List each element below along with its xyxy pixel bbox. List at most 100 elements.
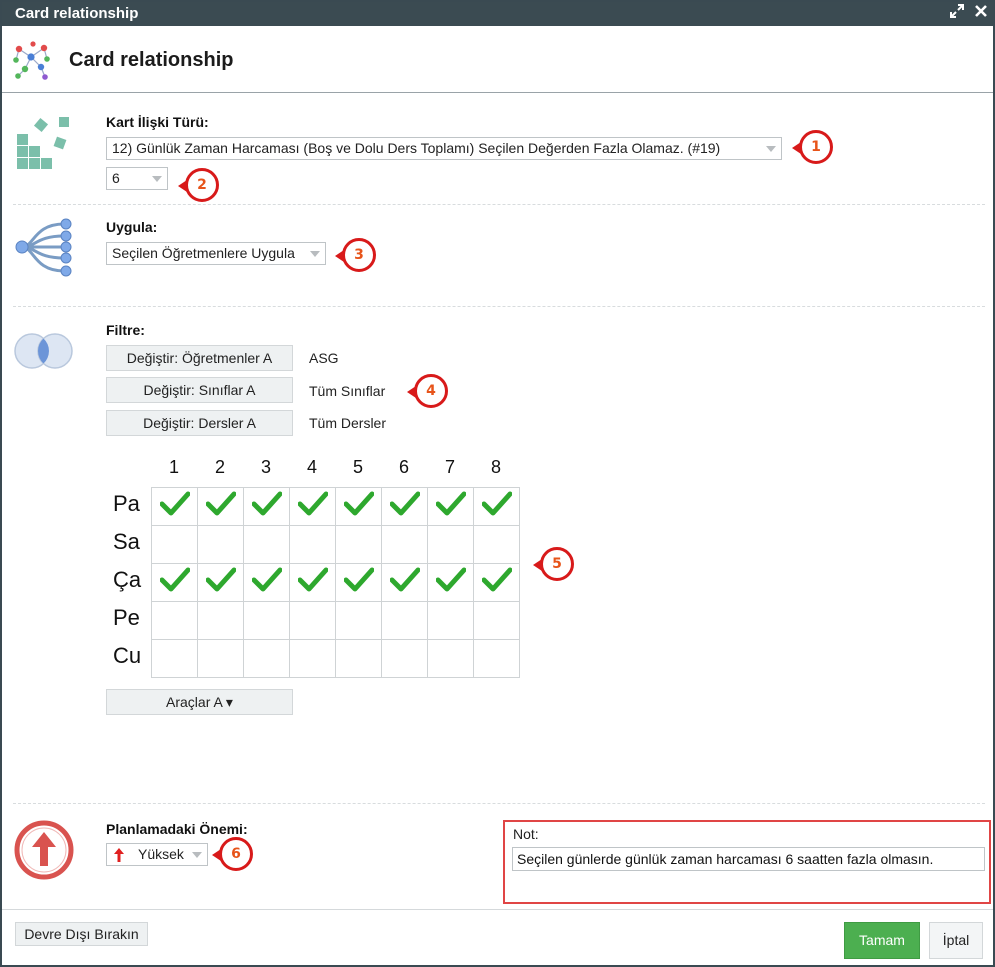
grid-cell[interactable] <box>381 563 428 602</box>
window-title: Card relationship <box>15 5 139 22</box>
expand-icon[interactable] <box>950 4 964 22</box>
note-label: Not: <box>513 826 539 842</box>
change-teachers-button[interactable]: Değiştir: Öğretmenler A <box>106 345 293 371</box>
grid-cell[interactable] <box>289 639 336 678</box>
relation-type-value: 12) Günlük Zaman Harcaması (Boş ve Dolu … <box>112 140 721 156</box>
grid-cell[interactable] <box>151 601 198 640</box>
grid-cell[interactable] <box>243 563 290 602</box>
relation-type-select[interactable]: 12) Günlük Zaman Harcaması (Boş ve Dolu … <box>106 137 782 160</box>
arrow-up-icon <box>114 848 124 862</box>
grid-column-header: 5 <box>352 457 363 477</box>
grid-cell[interactable] <box>197 639 244 678</box>
disable-button[interactable]: Devre Dışı Bırakın <box>15 922 148 946</box>
checkmark-icon <box>435 491 466 516</box>
grid-cell[interactable] <box>243 639 290 678</box>
grid-cell[interactable] <box>289 525 336 564</box>
chevron-down-icon <box>192 852 202 858</box>
dialog-header: Card relationship <box>2 26 993 93</box>
relation-number-select[interactable]: 6 <box>106 167 168 190</box>
grid-row-header: Sa <box>113 529 140 554</box>
checkmark-icon <box>389 491 420 516</box>
relation-number-value: 6 <box>112 170 120 186</box>
title-bar[interactable]: Card relationship <box>2 2 993 26</box>
grid-cell[interactable] <box>151 639 198 678</box>
ok-button[interactable]: Tamam <box>844 922 920 959</box>
note-input[interactable]: Seçilen günlerde günlük zaman harcaması … <box>512 847 985 871</box>
grid-cell[interactable] <box>243 487 290 526</box>
grid-cell[interactable] <box>381 639 428 678</box>
grid-row-header: Pa <box>113 491 140 516</box>
grid-row-header: Cu <box>113 643 142 668</box>
grid-cell[interactable] <box>427 487 474 526</box>
grid-cell[interactable] <box>427 601 474 640</box>
grid-cell[interactable] <box>427 639 474 678</box>
grid-cell[interactable] <box>381 487 428 526</box>
grid-cell[interactable] <box>427 563 474 602</box>
blocks-icon <box>17 117 69 169</box>
filter-label: Filtre: <box>106 322 145 338</box>
grid-cell[interactable] <box>473 563 520 602</box>
grid-cell[interactable] <box>473 487 520 526</box>
grid-cell[interactable] <box>197 487 244 526</box>
checkmark-icon <box>343 491 374 516</box>
grid-cell[interactable] <box>473 525 520 564</box>
grid-column-header: 4 <box>306 457 317 477</box>
checkmark-icon <box>481 491 512 516</box>
grid-row <box>151 601 520 640</box>
classes-filter-value: Tüm Sınıflar <box>309 383 386 399</box>
grid-cell[interactable] <box>381 525 428 564</box>
grid-column-header: 3 <box>260 457 271 477</box>
grid-column-header: 6 <box>398 457 409 477</box>
checkmark-icon <box>435 567 466 592</box>
grid-cell[interactable] <box>243 601 290 640</box>
grid-cell[interactable] <box>243 525 290 564</box>
grid-cell[interactable] <box>335 563 382 602</box>
callout-1: 1 <box>792 130 833 164</box>
checkmark-icon <box>389 567 420 592</box>
grid-cell[interactable] <box>197 563 244 602</box>
grid-cell[interactable] <box>151 563 198 602</box>
grid-cell[interactable] <box>473 639 520 678</box>
checkmark-icon <box>159 491 190 516</box>
checkmark-icon <box>205 491 236 516</box>
subjects-filter-value: Tüm Dersler <box>309 415 387 431</box>
importance-label: Planlamadaki Önemi: <box>106 821 248 837</box>
grid-cell[interactable] <box>197 525 244 564</box>
teachers-filter-value: ASG <box>309 350 339 366</box>
chevron-down-icon <box>310 251 320 257</box>
importance-value: Yüksek <box>138 846 184 862</box>
callout-4: 4 <box>407 374 448 408</box>
grid-column-header: 7 <box>444 457 455 477</box>
change-subjects-button[interactable]: Değiştir: Dersler A <box>106 410 293 436</box>
footer-divider <box>2 909 993 910</box>
grid-cell[interactable] <box>289 487 336 526</box>
tools-menu-button[interactable]: Araçlar A ▾ <box>106 689 293 715</box>
grid-cell[interactable] <box>151 525 198 564</box>
callout-2: 2 <box>178 168 219 202</box>
checkmark-icon <box>251 491 282 516</box>
checkmark-icon <box>251 567 282 592</box>
grid-cell[interactable] <box>197 601 244 640</box>
cancel-button[interactable]: İptal <box>929 922 983 959</box>
grid-row <box>151 639 520 678</box>
grid-cell[interactable] <box>335 639 382 678</box>
grid-cell[interactable] <box>151 487 198 526</box>
grid-cell[interactable] <box>335 601 382 640</box>
grid-cell[interactable] <box>289 563 336 602</box>
change-classes-button[interactable]: Değiştir: Sınıflar A <box>106 377 293 403</box>
grid-column-header: 2 <box>214 457 225 477</box>
importance-select[interactable]: Yüksek <box>106 843 208 866</box>
apply-select[interactable]: Seçilen Öğretmenlere Uygula <box>106 242 326 265</box>
grid-cell[interactable] <box>473 601 520 640</box>
apply-value: Seçilen Öğretmenlere Uygula <box>112 245 295 261</box>
close-icon[interactable] <box>974 4 988 22</box>
grid-row <box>151 525 520 564</box>
checkmark-icon <box>297 491 328 516</box>
checkmark-icon <box>297 567 328 592</box>
grid-cell[interactable] <box>427 525 474 564</box>
grid-cell[interactable] <box>335 525 382 564</box>
grid-cell[interactable] <box>289 601 336 640</box>
grid-cell[interactable] <box>381 601 428 640</box>
grid-cell[interactable] <box>335 487 382 526</box>
checkmark-icon <box>159 567 190 592</box>
